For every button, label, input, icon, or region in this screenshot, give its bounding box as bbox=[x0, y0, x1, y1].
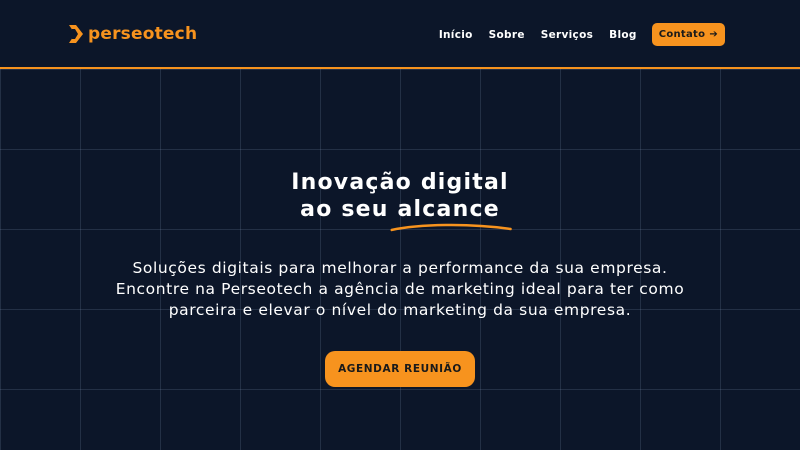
hero-subtitle-line: parceira e elevar o nível do marketing d… bbox=[168, 301, 632, 319]
nav-link-sobre[interactable]: Sobre bbox=[489, 29, 525, 41]
hero-title-line-1: Inovação digital bbox=[291, 170, 509, 195]
nav-link-servicos[interactable]: Serviços bbox=[541, 29, 593, 41]
logo[interactable]: perseotech bbox=[69, 22, 197, 46]
hero-title-prefix: ao seu bbox=[300, 197, 398, 222]
logo-text: perseotech bbox=[88, 23, 198, 44]
arrow-right-icon: ➔ bbox=[709, 28, 718, 40]
contact-button-label: Contato bbox=[658, 29, 706, 40]
nav-link-blog[interactable]: Blog bbox=[609, 29, 637, 41]
contact-button[interactable]: Contato ➔ bbox=[651, 23, 725, 46]
hero-subtitle: Soluções digitais para melhorar a perfor… bbox=[0, 258, 800, 321]
swoosh-underline-icon bbox=[390, 223, 512, 232]
hero-subtitle-line: Encontre na Perseotech a agência de mark… bbox=[115, 280, 685, 298]
hero-title-highlight: alcance bbox=[390, 196, 512, 232]
hero-title: Inovação digital ao seu alcance bbox=[0, 169, 800, 232]
chevron-logo-icon bbox=[69, 25, 83, 43]
nav-link-inicio[interactable]: Início bbox=[439, 29, 473, 41]
site-header: perseotech Início Sobre Serviços Blog Co… bbox=[0, 0, 800, 69]
hero-subtitle-line: Soluções digitais para melhorar a perfor… bbox=[132, 259, 668, 277]
hero-section: Inovação digital ao seu alcance Soluções… bbox=[0, 169, 800, 387]
schedule-meeting-button[interactable]: AGENDAR REUNIÃO bbox=[325, 351, 475, 387]
hero-title-line-2: ao seu alcance bbox=[0, 196, 800, 232]
main-nav: Início Sobre Serviços Blog Contato ➔ bbox=[439, 23, 725, 46]
